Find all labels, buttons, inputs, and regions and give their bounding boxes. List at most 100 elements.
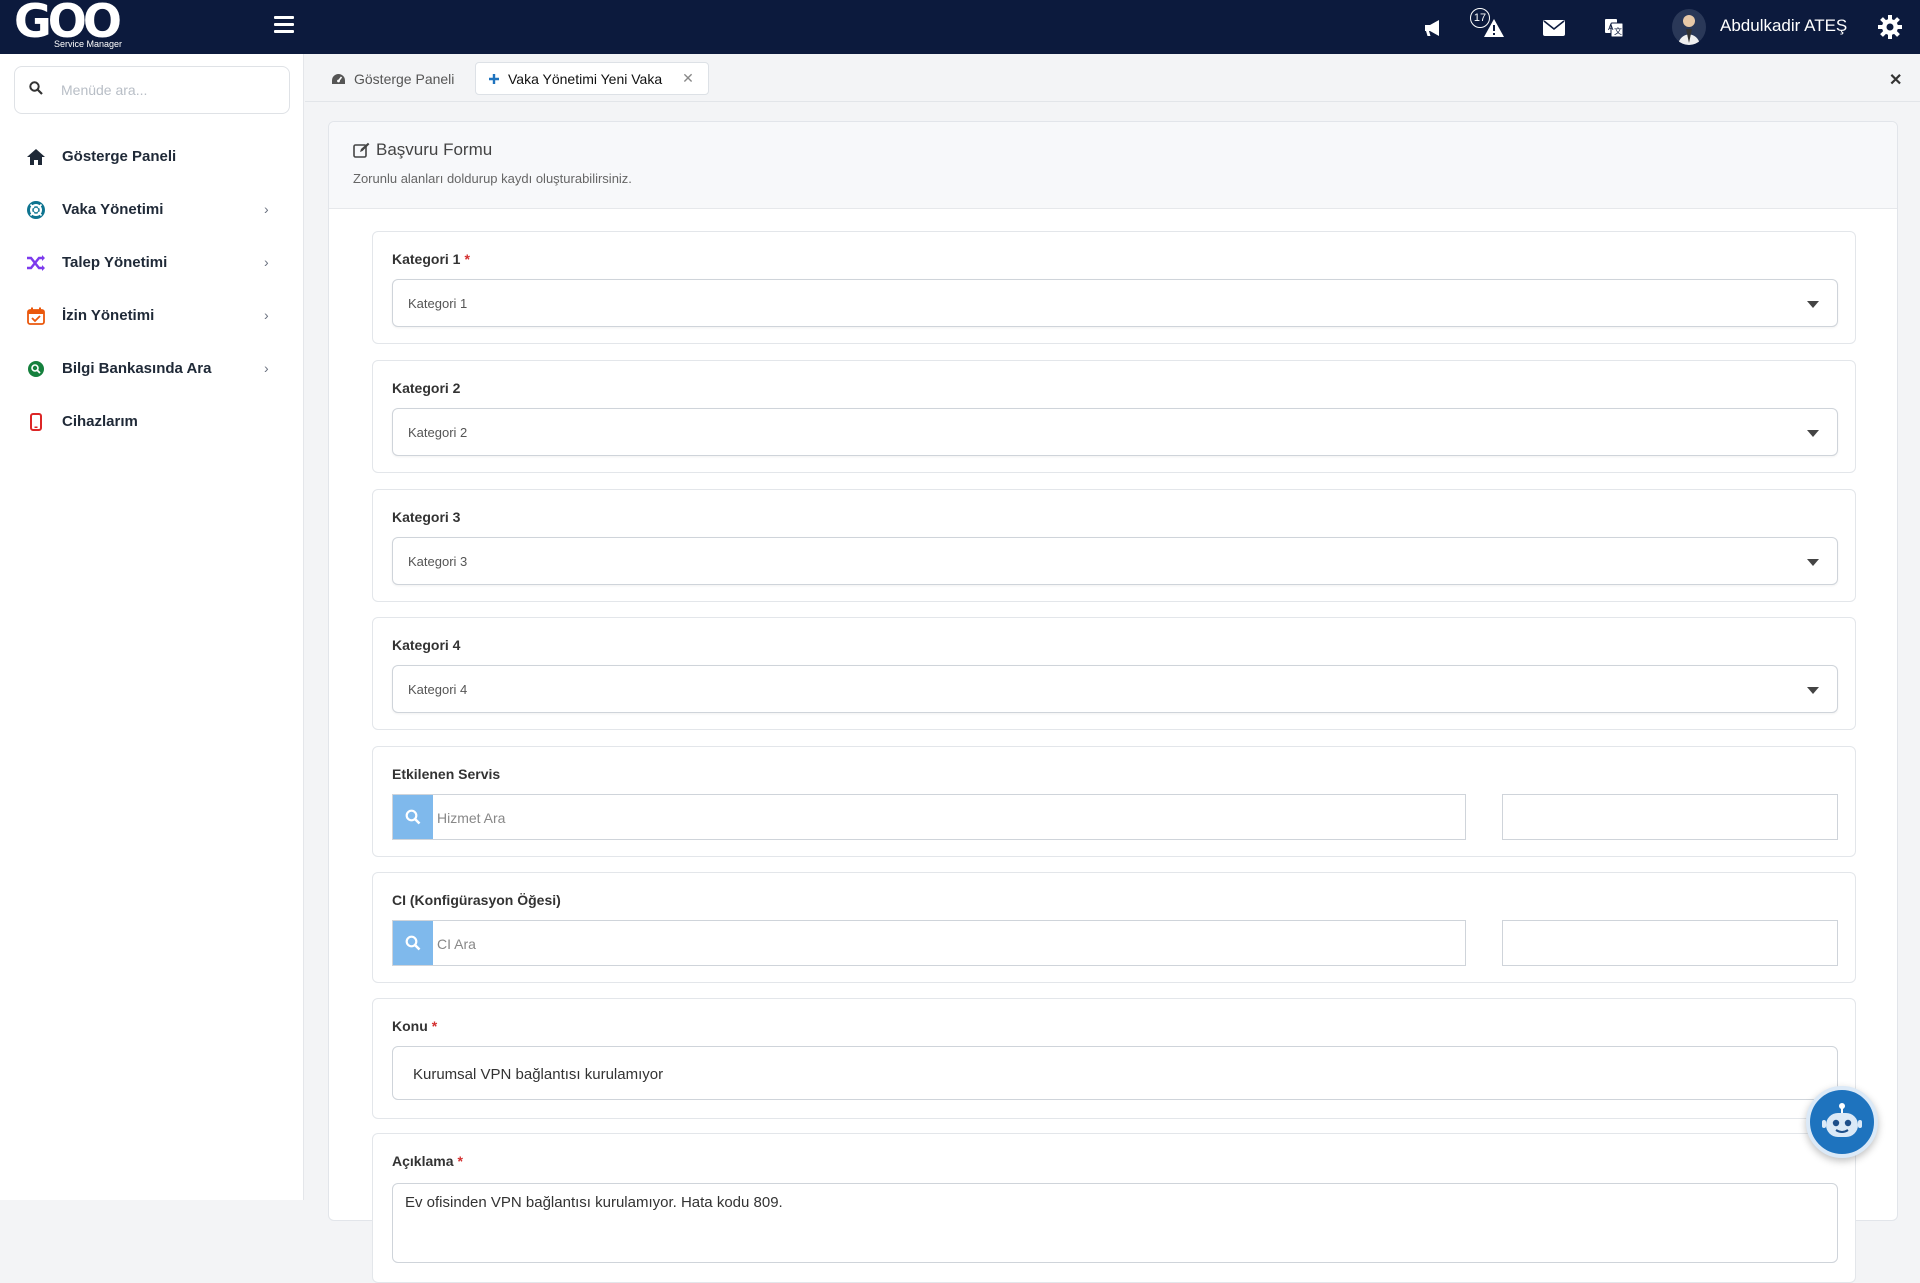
field-kategori-4: Kategori 4 Kategori 4 bbox=[372, 617, 1856, 730]
menu-icon[interactable] bbox=[274, 16, 294, 34]
sidebar-item-label: Talep Yönetimi bbox=[62, 254, 168, 271]
sidebar-item-cihazlarim[interactable]: Cihazlarım bbox=[0, 400, 304, 444]
description-textarea[interactable]: Ev ofisinden VPN bağlantısı kurulamıyor.… bbox=[392, 1183, 1838, 1263]
required-mark: * bbox=[431, 1018, 438, 1034]
service-search-input[interactable] bbox=[437, 807, 1457, 829]
mobile-icon bbox=[26, 412, 46, 432]
tab-gosterge-paneli[interactable]: Gösterge Paneli bbox=[331, 62, 454, 95]
menu-search-input[interactable] bbox=[61, 79, 281, 101]
translate-icon[interactable]: A文 bbox=[1600, 14, 1628, 42]
service-selected-input[interactable] bbox=[1511, 805, 1829, 829]
field-ci: CI (Konfigürasyon Öğesi) bbox=[372, 872, 1856, 983]
sidebar-item-talep-yonetimi[interactable]: Talep Yönetimi › bbox=[0, 241, 304, 285]
tab-vaka-yonetimi-yeni-vaka[interactable]: Vaka Yönetimi Yeni Vaka ✕ bbox=[475, 62, 709, 95]
kategori-1-select[interactable]: Kategori 1 bbox=[392, 279, 1838, 327]
service-search-group bbox=[392, 794, 1466, 840]
sidebar-item-izin-yonetimi[interactable]: İzin Yönetimi › bbox=[0, 294, 304, 338]
robot-icon bbox=[1822, 1103, 1862, 1137]
close-all-tabs-icon[interactable]: ✕ bbox=[1889, 70, 1902, 90]
subject-input[interactable] bbox=[413, 1063, 1813, 1085]
chevron-right-icon: › bbox=[264, 201, 269, 217]
warning-icon[interactable] bbox=[1480, 14, 1508, 42]
chevron-right-icon: › bbox=[264, 254, 269, 270]
field-label: Etkilenen Servis bbox=[392, 766, 501, 782]
calendar-check-icon bbox=[26, 306, 46, 326]
dashboard-icon bbox=[331, 73, 346, 85]
form-title: Başvuru Formu bbox=[376, 140, 493, 159]
service-selected-field[interactable] bbox=[1502, 794, 1838, 840]
chevron-right-icon: › bbox=[264, 307, 269, 323]
gear-icon[interactable] bbox=[1876, 13, 1904, 41]
sidebar-item-bilgi-bankasinda-ara[interactable]: Bilgi Bankasında Ara › bbox=[0, 347, 304, 391]
caret-down-icon bbox=[1807, 559, 1819, 566]
user-name[interactable]: Abdulkadir ATEŞ bbox=[1720, 16, 1847, 36]
logo-subtitle: Service Manager bbox=[54, 39, 123, 49]
search-button[interactable] bbox=[393, 921, 433, 965]
form-subtitle: Zorunlu alanları doldurup kaydı oluştura… bbox=[353, 171, 632, 186]
page-title: Başvuru Formu bbox=[353, 140, 492, 160]
field-label: Kategori 3 bbox=[392, 509, 461, 525]
avatar[interactable] bbox=[1672, 9, 1706, 45]
caret-down-icon bbox=[1807, 430, 1819, 437]
description-text: Ev ofisinden VPN bağlantısı kurulamıyor.… bbox=[405, 1194, 783, 1211]
kategori-2-select[interactable]: Kategori 2 bbox=[392, 408, 1838, 456]
field-label: Kategori 1 * bbox=[392, 251, 470, 267]
search-icon bbox=[405, 809, 421, 825]
field-label: Kategori 2 bbox=[392, 380, 461, 396]
sidebar-item-gosterge-paneli[interactable]: Gösterge Paneli bbox=[0, 135, 304, 179]
search-button[interactable] bbox=[393, 795, 433, 839]
tab-label: Gösterge Paneli bbox=[354, 70, 455, 87]
ci-search-group bbox=[392, 920, 1466, 966]
megaphone-icon[interactable] bbox=[1420, 14, 1448, 42]
field-kategori-3: Kategori 3 Kategori 3 bbox=[372, 489, 1856, 602]
shuffle-icon bbox=[26, 253, 46, 273]
home-icon bbox=[26, 147, 46, 167]
ci-selected-input[interactable] bbox=[1511, 931, 1829, 955]
kategori-3-select[interactable]: Kategori 3 bbox=[392, 537, 1838, 585]
top-navbar: GOO Service Manager 17 A文 Abdulkadir ATE… bbox=[0, 0, 1920, 54]
chatbot-button[interactable] bbox=[1806, 1086, 1878, 1158]
close-icon[interactable]: ✕ bbox=[682, 70, 694, 87]
caret-down-icon bbox=[1807, 687, 1819, 694]
subject-field[interactable] bbox=[392, 1046, 1838, 1100]
search-icon bbox=[29, 81, 43, 100]
tab-label: Vaka Yönetimi Yeni Vaka bbox=[508, 70, 663, 87]
sidebar-item-label: İzin Yönetimi bbox=[62, 307, 155, 324]
envelope-icon[interactable] bbox=[1540, 14, 1568, 42]
field-label: Açıklama * bbox=[392, 1153, 463, 1169]
tab-bar: Gösterge Paneli Vaka Yönetimi Yeni Vaka … bbox=[305, 54, 1920, 102]
lifebuoy-icon bbox=[26, 200, 46, 220]
field-label: Kategori 4 bbox=[392, 637, 461, 653]
edit-icon bbox=[353, 142, 370, 158]
select-value: Kategori 3 bbox=[408, 554, 468, 569]
field-etkilenen-servis: Etkilenen Servis bbox=[372, 746, 1856, 857]
search-circle-icon bbox=[26, 359, 46, 379]
field-kategori-1: Kategori 1 * Kategori 1 bbox=[372, 231, 1856, 344]
kategori-4-select[interactable]: Kategori 4 bbox=[392, 665, 1838, 713]
caret-down-icon bbox=[1807, 301, 1819, 308]
goo-logo[interactable]: GOO Service Manager bbox=[14, 0, 124, 54]
select-value: Kategori 1 bbox=[408, 296, 468, 311]
field-kategori-2: Kategori 2 Kategori 2 bbox=[372, 360, 1856, 473]
sidebar-item-vaka-yonetimi[interactable]: Vaka Yönetimi › bbox=[0, 188, 304, 232]
chevron-right-icon: › bbox=[264, 360, 269, 376]
sidebar-item-label: Gösterge Paneli bbox=[62, 148, 177, 165]
application-form-card: Başvuru Formu Zorunlu alanları doldurup … bbox=[328, 121, 1898, 1283]
select-value: Kategori 4 bbox=[408, 682, 468, 697]
required-mark: * bbox=[457, 1153, 463, 1169]
select-value: Kategori 2 bbox=[408, 425, 468, 440]
sidebar-item-label: Bilgi Bankasında Ara bbox=[62, 360, 212, 377]
sidebar-item-label: Vaka Yönetimi bbox=[62, 201, 164, 218]
field-label: Konu * bbox=[392, 1018, 438, 1034]
menu-search-box[interactable] bbox=[14, 66, 290, 114]
card-header: Başvuru Formu Zorunlu alanları doldurup … bbox=[329, 122, 1897, 209]
field-konu: Konu * bbox=[372, 998, 1856, 1119]
plus-icon bbox=[488, 73, 500, 85]
svg-text:文: 文 bbox=[1614, 26, 1622, 36]
ci-selected-field[interactable] bbox=[1502, 920, 1838, 966]
search-icon bbox=[405, 935, 421, 951]
sidebar-item-label: Cihazlarım bbox=[62, 413, 138, 430]
field-label: CI (Konfigürasyon Öğesi) bbox=[392, 892, 561, 908]
required-mark: * bbox=[464, 251, 470, 267]
ci-search-input[interactable] bbox=[437, 933, 1457, 955]
